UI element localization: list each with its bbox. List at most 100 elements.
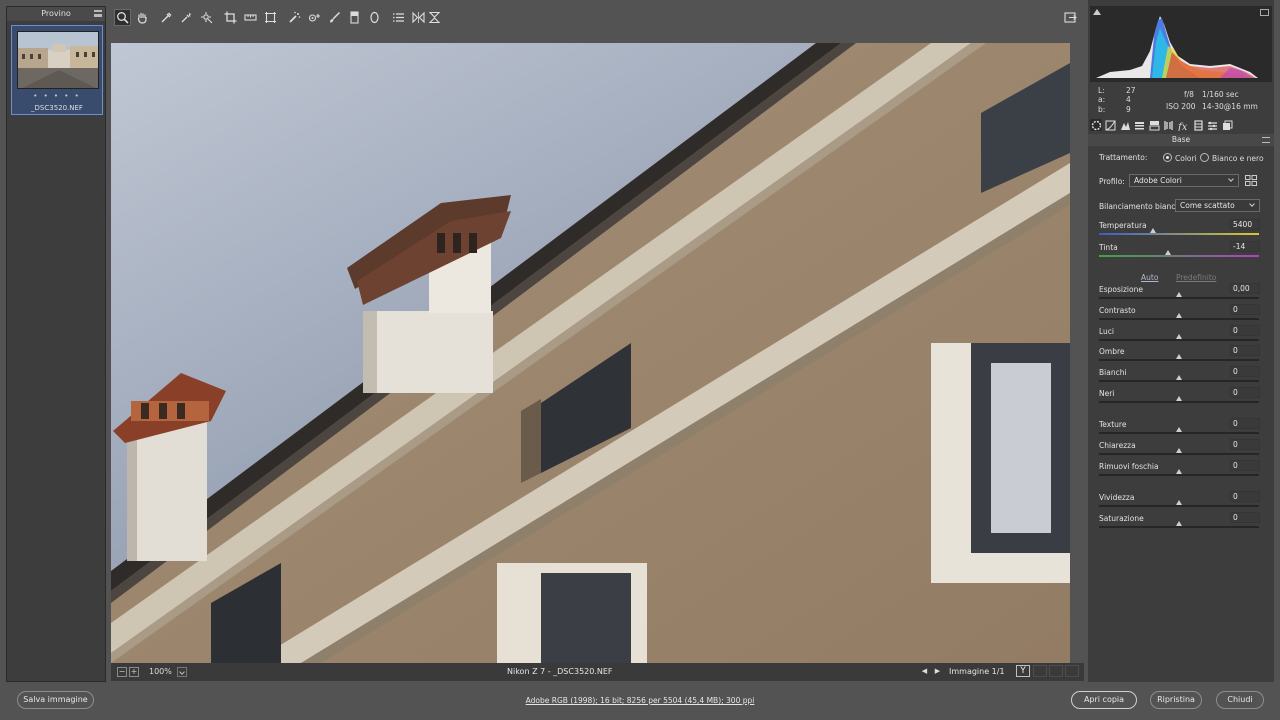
slider-track[interactable] xyxy=(1099,380,1259,383)
slider-value[interactable]: 0 xyxy=(1230,511,1260,523)
close-button[interactable]: Chiudi xyxy=(1216,691,1264,709)
slider-value[interactable]: 0 xyxy=(1230,324,1260,336)
white-balance-select[interactable]: Come scattato xyxy=(1175,199,1260,212)
adjustment-brush-icon[interactable] xyxy=(326,9,343,26)
slider-thumb[interactable] xyxy=(1176,375,1182,381)
tone-curve-icon[interactable] xyxy=(1104,119,1116,131)
hand-tool-icon[interactable] xyxy=(134,9,151,26)
red-eye-tool-icon[interactable] xyxy=(306,9,323,26)
slider-thumb[interactable] xyxy=(1176,312,1182,318)
slider-value[interactable]: 0 xyxy=(1230,303,1260,315)
hsl-icon[interactable] xyxy=(1133,119,1145,131)
lens-corrections-icon[interactable] xyxy=(1162,119,1174,131)
shadow-clipping-icon[interactable] xyxy=(1093,9,1101,15)
slider-value[interactable]: 0 xyxy=(1230,345,1260,357)
transform-tool-icon[interactable] xyxy=(262,9,279,26)
slider-thumb[interactable] xyxy=(1176,354,1182,360)
flip-icon[interactable] xyxy=(426,9,443,26)
zoom-dropdown[interactable] xyxy=(177,667,187,677)
treatment-color-label: Colori xyxy=(1175,154,1197,163)
rotate-icon[interactable] xyxy=(410,9,427,26)
temperature-value[interactable]: 5400 xyxy=(1230,219,1260,230)
slider-track[interactable] xyxy=(1099,297,1259,299)
radial-filter-icon[interactable] xyxy=(366,9,383,26)
temperature-track[interactable] xyxy=(1099,233,1259,235)
default-button[interactable]: Predefinito xyxy=(1176,273,1216,282)
white-balance-label: Bilanciamento bianco: xyxy=(1099,202,1183,211)
slider-track[interactable] xyxy=(1099,401,1259,403)
slider-value[interactable]: 0 xyxy=(1230,418,1260,429)
tint-track[interactable] xyxy=(1099,255,1259,257)
prev-image-button[interactable]: ◀ xyxy=(919,666,930,677)
treatment-color-radio[interactable] xyxy=(1163,153,1172,162)
before-after-swap-icon[interactable] xyxy=(1033,665,1047,677)
before-after-settings-icon[interactable] xyxy=(1065,665,1079,677)
slider-thumb[interactable] xyxy=(1176,447,1182,453)
exif-aperture: f/8 xyxy=(1184,90,1194,99)
readout-a: a: 4 xyxy=(1098,95,1142,104)
slider-track[interactable] xyxy=(1099,505,1259,507)
fullscreen-toggle-icon[interactable] xyxy=(1062,9,1079,26)
slider-label: Ombre xyxy=(1099,347,1125,357)
straighten-tool-icon[interactable] xyxy=(242,9,259,26)
readout-b-value: 9 xyxy=(1126,105,1131,114)
section-menu-icon[interactable] xyxy=(1262,137,1270,143)
slider-thumb[interactable] xyxy=(1176,468,1182,474)
filmstrip-thumbnail[interactable]: • • • • • _DSC3520.NEF xyxy=(11,25,103,115)
temperature-thumb[interactable] xyxy=(1150,228,1157,233)
zoom-in-button[interactable]: + xyxy=(129,667,139,677)
slider-track[interactable] xyxy=(1099,317,1259,320)
tint-value[interactable]: -14 xyxy=(1230,241,1260,252)
presets-icon[interactable] xyxy=(1206,119,1218,131)
slider-thumb[interactable] xyxy=(1176,500,1182,505)
snapshots-icon[interactable] xyxy=(1221,119,1233,131)
slider-track[interactable] xyxy=(1099,432,1259,434)
crop-tool-icon[interactable] xyxy=(222,9,239,26)
slider-value[interactable]: 0 xyxy=(1230,491,1260,502)
effects-icon[interactable]: fx xyxy=(1177,119,1189,131)
open-copy-button[interactable]: Apri copia xyxy=(1071,691,1137,709)
slider-thumb[interactable] xyxy=(1176,520,1182,526)
slider-thumb[interactable] xyxy=(1176,427,1182,432)
slider-value[interactable]: 0 xyxy=(1230,366,1260,378)
slider-thumb[interactable] xyxy=(1176,333,1182,339)
calibration-icon[interactable] xyxy=(1192,119,1204,131)
profile-select[interactable]: Adobe Colori xyxy=(1129,174,1239,187)
color-sampler-tool-icon[interactable] xyxy=(178,9,195,26)
basic-panel-icon[interactable] xyxy=(1090,119,1102,131)
slider-track[interactable] xyxy=(1099,525,1259,528)
slider-value[interactable]: 0,00 xyxy=(1230,283,1260,294)
slider-thumb[interactable] xyxy=(1176,396,1182,401)
readout-b-label: b: xyxy=(1098,105,1106,114)
thumbnail-rating[interactable]: • • • • • xyxy=(12,92,102,100)
reset-button[interactable]: Ripristina xyxy=(1150,691,1202,709)
highlight-clipping-icon[interactable] xyxy=(1260,9,1269,16)
slider-thumb[interactable] xyxy=(1176,292,1182,297)
split-toning-icon[interactable] xyxy=(1148,119,1160,131)
slider-value[interactable]: 0 xyxy=(1230,459,1260,471)
slider-track[interactable] xyxy=(1099,338,1259,341)
before-after-toggle[interactable]: Y xyxy=(1016,665,1030,677)
treatment-bw-radio[interactable] xyxy=(1200,153,1209,162)
slider-value[interactable]: 0 xyxy=(1230,387,1260,398)
image-preview[interactable] xyxy=(111,43,1070,663)
targeted-adjustment-tool-icon[interactable] xyxy=(198,9,215,26)
tint-thumb[interactable] xyxy=(1164,250,1171,255)
white-balance-tool-icon[interactable] xyxy=(158,9,175,26)
graduated-filter-icon[interactable] xyxy=(346,9,363,26)
section-header: Base xyxy=(1088,134,1274,146)
detail-icon[interactable] xyxy=(1119,119,1131,131)
before-after-copy-icon[interactable] xyxy=(1049,665,1063,677)
next-image-button[interactable]: ▶ xyxy=(932,666,943,677)
filmstrip-menu-icon[interactable] xyxy=(94,10,102,17)
presets-list-icon[interactable] xyxy=(390,9,407,26)
slider-value[interactable]: 0 xyxy=(1230,438,1260,450)
profile-browser-icon[interactable] xyxy=(1245,175,1257,186)
slider-track[interactable] xyxy=(1099,473,1259,476)
slider-track[interactable] xyxy=(1099,452,1259,455)
auto-button[interactable]: Auto xyxy=(1141,273,1158,282)
zoom-out-button[interactable]: − xyxy=(117,667,127,677)
slider-track[interactable] xyxy=(1099,359,1259,362)
spot-removal-tool-icon[interactable] xyxy=(286,9,303,26)
zoom-tool-icon[interactable] xyxy=(114,9,131,26)
